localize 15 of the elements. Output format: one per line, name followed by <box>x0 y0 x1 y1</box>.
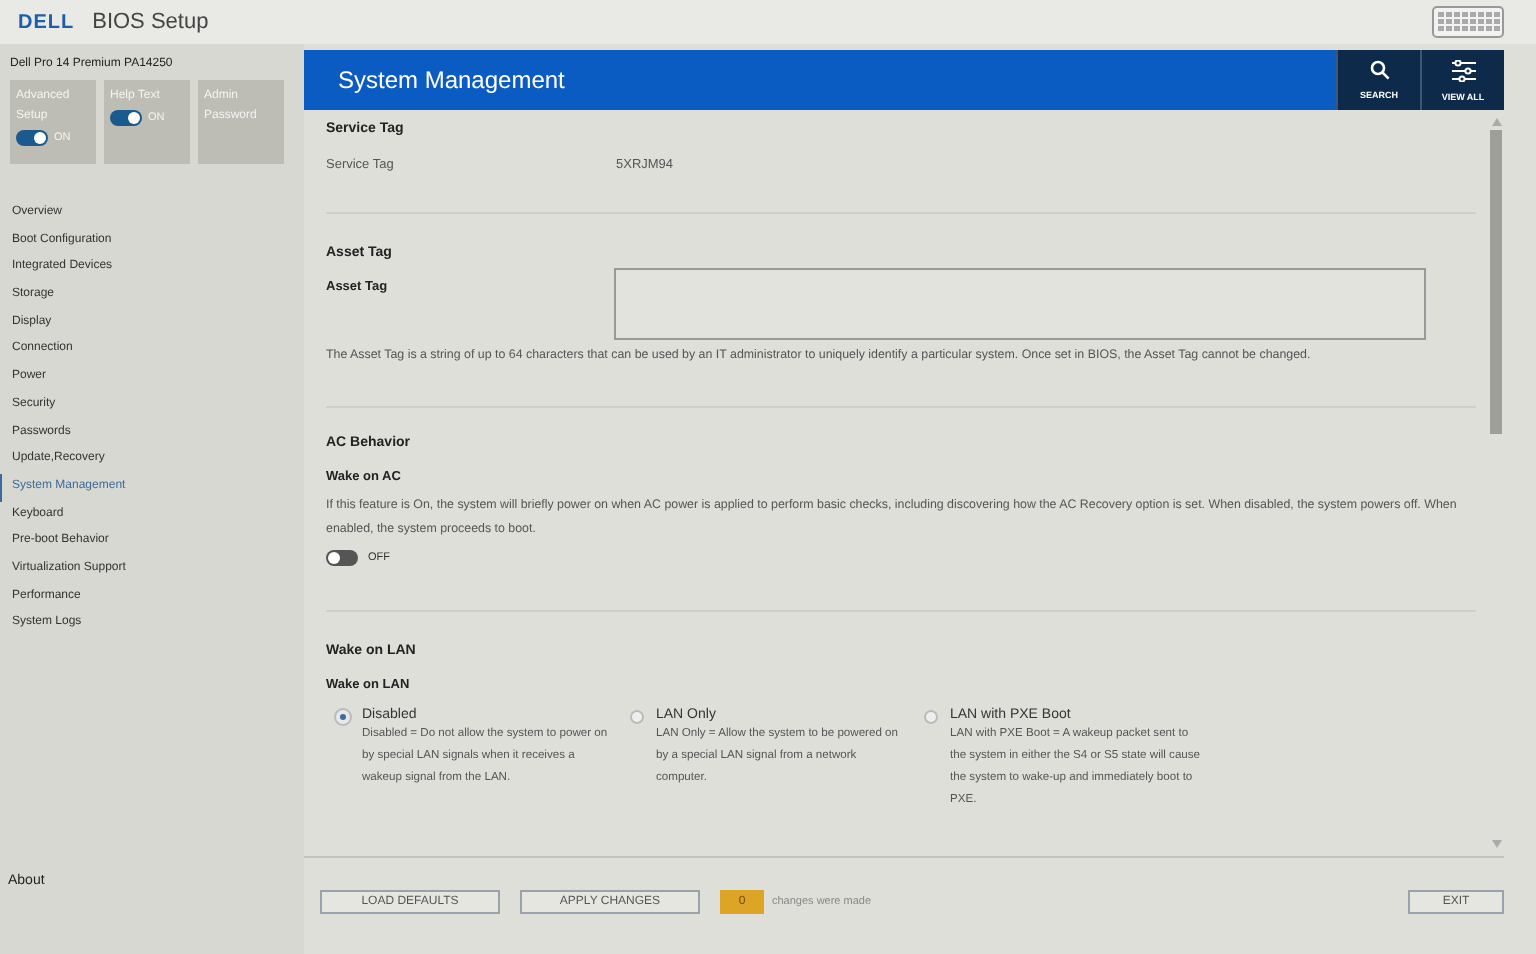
input-field[interactable] <box>614 268 1426 340</box>
scroll-up-icon <box>1491 118 1501 126</box>
radio-button[interactable] <box>924 710 938 724</box>
app-title: BIOS Setup <box>92 10 211 34</box>
toggle-switch[interactable] <box>326 550 358 566</box>
page-title: System Management <box>336 66 567 94</box>
scroll-thumb[interactable] <box>1490 130 1502 434</box>
filter-list-icon <box>1451 59 1475 81</box>
scroll-down-icon <box>1491 840 1501 848</box>
search-icon <box>1369 60 1389 80</box>
dell-logo: DELL <box>18 11 75 33</box>
keyboard-icon[interactable] <box>1432 6 1504 38</box>
toggle-switch[interactable] <box>16 130 48 146</box>
toggle-switch[interactable] <box>110 110 142 126</box>
radio-button[interactable] <box>630 710 644 724</box>
